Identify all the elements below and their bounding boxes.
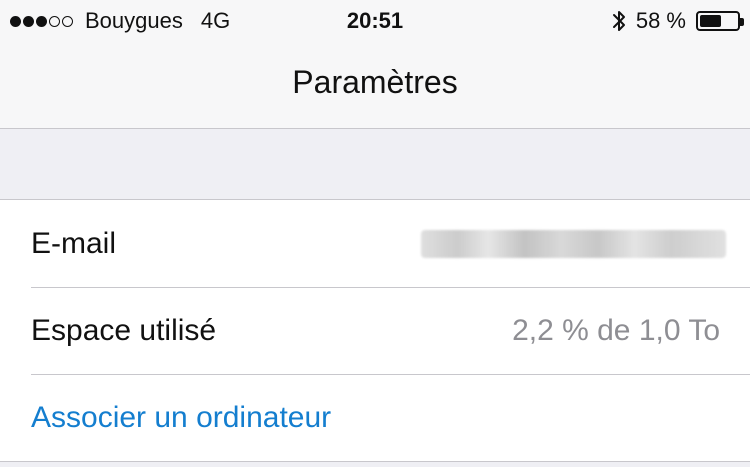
- battery-percent: 58 %: [635, 8, 686, 33]
- status-right: 58 %: [612, 8, 744, 34]
- pair-computer-row[interactable]: Associer un ordinateur: [0, 374, 750, 461]
- settings-group: E-mail Espace utilisé 2,2 % de 1,0 To As…: [0, 199, 750, 462]
- battery-tip: [740, 18, 744, 26]
- storage-value: 2,2 % de 1,0 To: [512, 313, 720, 347]
- status-bar: Bouygues 4G 20:51 58 %: [0, 0, 750, 40]
- storage-row[interactable]: Espace utilisé 2,2 % de 1,0 To: [0, 287, 750, 374]
- bluetooth-icon: [612, 11, 625, 31]
- email-value-blurred: [421, 230, 726, 258]
- email-row[interactable]: E-mail: [0, 200, 750, 287]
- battery-icon: [696, 11, 744, 31]
- page-title: Paramètres: [292, 64, 458, 100]
- pair-computer-link[interactable]: Associer un ordinateur: [31, 401, 331, 435]
- battery-fill: [700, 15, 721, 27]
- navigation-bar: Bouygues 4G 20:51 58 % Paramètres: [0, 0, 750, 129]
- storage-label: Espace utilisé: [31, 313, 217, 347]
